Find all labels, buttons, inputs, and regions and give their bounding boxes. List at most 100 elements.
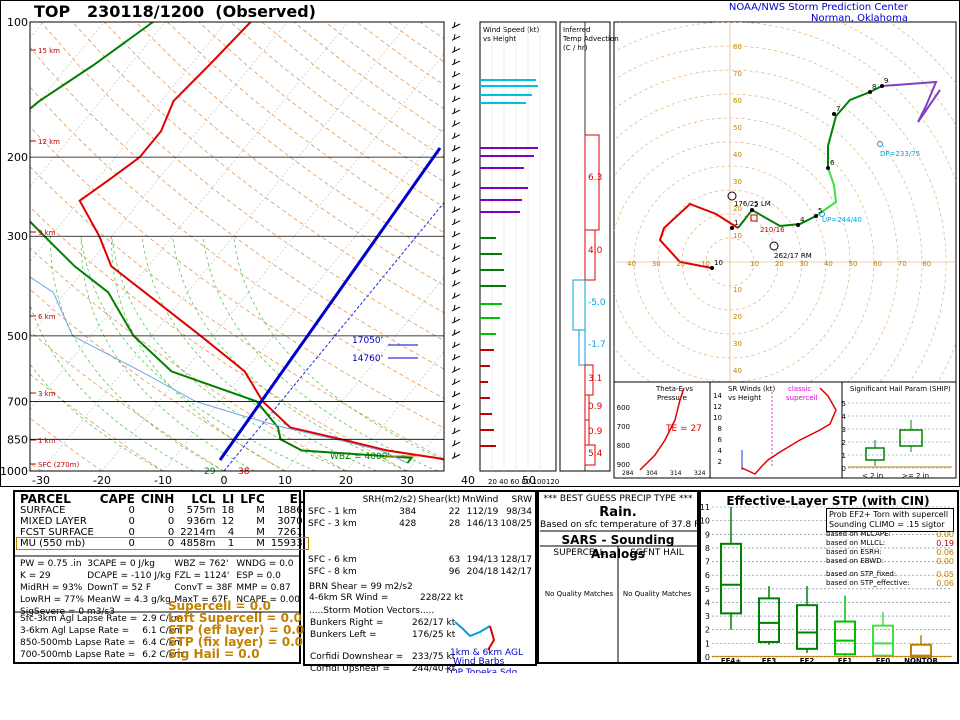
height-label: 6 km	[38, 313, 56, 321]
adv-value: 0.9	[588, 427, 603, 437]
hodo-point-label: 9	[884, 77, 888, 85]
temp-tick-label: -30	[32, 474, 50, 487]
series-line-1	[30, 22, 414, 464]
dry-adiabat	[135, 22, 444, 260]
stp-box	[872, 624, 894, 657]
dry-adiabat	[30, 247, 347, 471]
lapse-rates: Sfc-3km Agl Lapse Rate = 2.9 C/km 3-6km A…	[20, 614, 183, 660]
wbz-label: WBZ = 4000'	[330, 452, 390, 462]
hodo-ring-label: 50	[849, 260, 858, 268]
hodo-ring-label: 10	[733, 232, 742, 240]
hodo-ring-label: 50	[733, 124, 742, 132]
isotherm	[468, 22, 836, 471]
isotherm	[590, 22, 958, 471]
hodo-ring-label: 10	[750, 260, 759, 268]
hodo-ring-label: 20	[676, 260, 685, 268]
adv-value: 4.0	[588, 246, 603, 256]
sfc-dewpoint-label: 29	[204, 467, 216, 477]
ship-lt2-label: < 2 in	[862, 472, 883, 480]
wind-barb	[451, 23, 461, 29]
stp-y-tick: 10	[700, 517, 710, 526]
sr-h-tick: 8	[718, 425, 722, 433]
hodo-point-label: 6	[830, 159, 835, 167]
height-label: 12 km	[38, 138, 60, 146]
temp-tick-label: 40	[461, 474, 475, 487]
moist-adiabat	[111, 236, 286, 471]
hdr-cape: CAPE	[99, 492, 135, 506]
stp-cat-label: EF1	[838, 657, 853, 665]
composite-indices: Supercell = 0.0 Left Supercell = 0.0 STP…	[168, 599, 305, 661]
adv-value: -5.0	[588, 298, 606, 308]
hodo-ring-label: 70	[733, 70, 742, 78]
sr-supercell: supercell	[786, 394, 818, 402]
dry-adiabat	[103, 22, 444, 286]
theta-p-tick: 800	[617, 442, 630, 450]
pressure-tick-label: 500	[7, 330, 28, 343]
wind-barb	[451, 146, 461, 152]
h14760-label: 14760'	[352, 354, 383, 364]
temp-tick-label: 0	[221, 474, 228, 487]
stp-box	[796, 604, 818, 650]
wind-barb	[451, 232, 461, 238]
sars-supercell-header: SUPERCELL	[553, 548, 605, 558]
temp-tick-label: 10	[278, 474, 292, 487]
hodo-ring-label: 30	[733, 178, 742, 186]
theta-x-tick: 304	[646, 470, 658, 477]
ship-y-tick: 4	[842, 413, 847, 421]
ship-y-tick: 3	[842, 426, 846, 434]
wind-barb	[451, 220, 461, 226]
skewt-frame	[29, 21, 445, 472]
wind-barb	[451, 441, 461, 447]
stp-y-tick: 4	[705, 598, 710, 607]
wind-barb	[451, 158, 461, 164]
ship-title: Significant Hail Param (SHIP)	[850, 385, 951, 393]
hodo-mw-marker	[750, 214, 758, 222]
mini-hodo-trace-1	[454, 621, 491, 638]
isotherm	[40, 22, 410, 471]
hodo-trace-9-12km	[881, 80, 941, 123]
hodo-ring-label: 10	[733, 286, 742, 294]
wind-barb	[451, 454, 461, 459]
hodo-trace-0-1km	[658, 202, 739, 269]
wind-barb	[451, 343, 461, 349]
sr-wind-4-6km-value: 228/22 kt	[420, 593, 464, 603]
pressure-tick-label: 300	[7, 230, 28, 243]
isotherm	[223, 201, 444, 471]
wind-barb	[451, 121, 461, 127]
sars-hail-header: SGFNT HAIL	[630, 548, 684, 558]
wind-panel-title2: vs Height	[483, 35, 516, 43]
theta-p-tick: 700	[617, 423, 630, 431]
sars-supercell-none: No Quality Matches	[544, 590, 614, 598]
sfc-temp-label: 38	[238, 467, 250, 477]
sr-title1: SR Winds (kt)	[728, 385, 776, 393]
adv-value: -1.7	[588, 340, 606, 350]
theta-x-tick: 324	[694, 470, 706, 477]
hodo-ring-label: 40	[733, 151, 742, 159]
wind-barb	[451, 269, 461, 275]
stp-y-tick: 2	[705, 626, 710, 635]
wind-barb	[451, 417, 461, 423]
dry-adiabat	[30, 86, 444, 399]
adv-title1: Inferred	[563, 26, 591, 34]
hodo-rm-marker	[769, 241, 779, 251]
hodo-rm-label: 262/17 RM	[774, 252, 812, 260]
hdr-lfc: LFC	[240, 492, 265, 506]
adv-title3: (C / hr)	[563, 44, 588, 52]
wind-barb	[451, 109, 461, 115]
wind-barb	[451, 306, 461, 312]
hodograph-frame	[613, 21, 957, 383]
sr-h-tick: 4	[718, 447, 723, 455]
height-label: 9 km	[38, 229, 56, 237]
dry-adiabat	[324, 22, 444, 110]
pressure-tick-label: 100	[7, 16, 28, 29]
hodo-ring-label: 30	[799, 260, 808, 268]
wind-barb	[451, 85, 461, 90]
stp-y-tick: 1	[705, 639, 710, 648]
pressure-tick-label: 850	[7, 433, 28, 446]
moist-adiabat	[141, 236, 377, 471]
height-label: 1 km	[38, 437, 56, 445]
temp-tick-label: 20	[339, 474, 353, 487]
wind-barb	[451, 97, 461, 103]
series-line-0	[78, 22, 444, 461]
hdr-el: EL	[289, 492, 306, 506]
